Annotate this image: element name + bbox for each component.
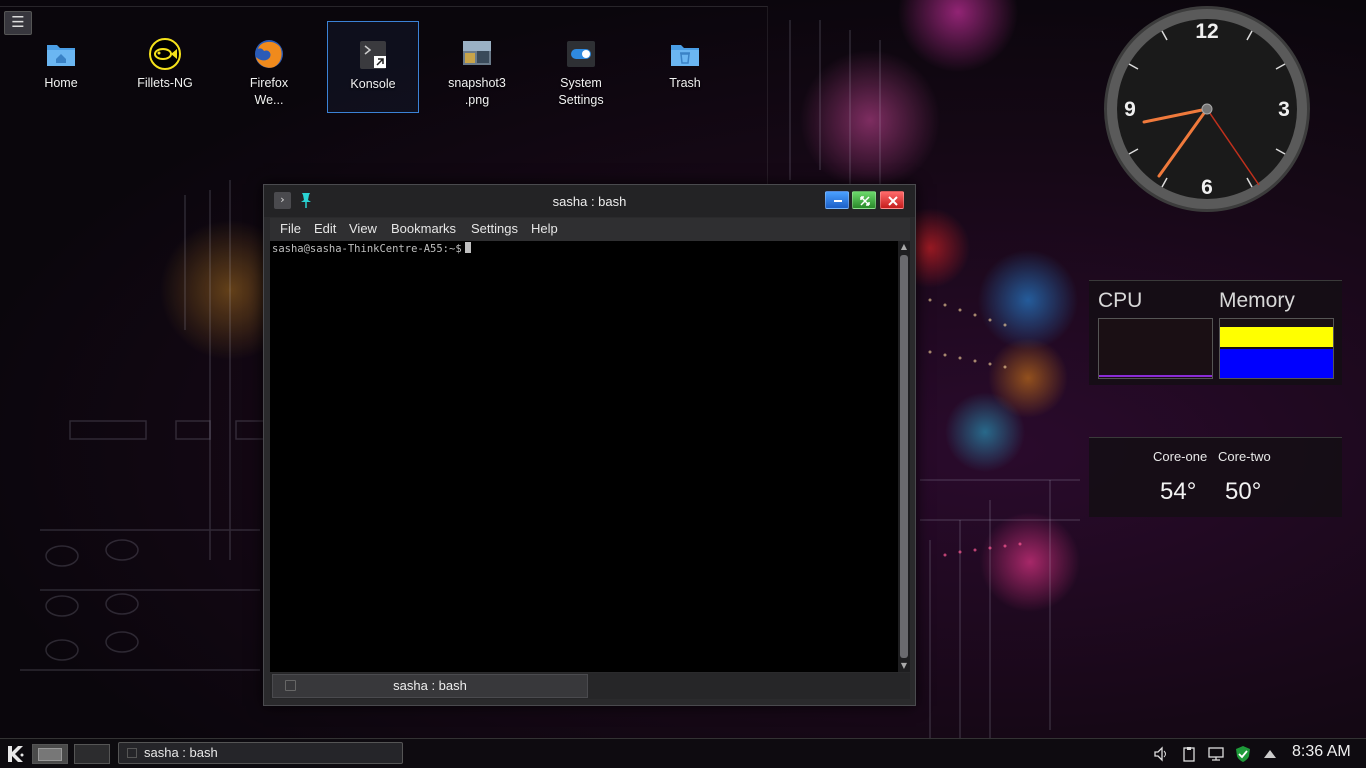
maximize-icon <box>860 196 870 206</box>
window-titlebar[interactable]: sasha : bash › <box>264 185 915 217</box>
terminal-output[interactable]: sasha@sasha-ThinkCentre-A55:~$ <box>270 241 898 672</box>
taskbar-panel: sasha : bash 8:36 AM <box>0 738 1366 768</box>
desktop-icon-system-settings[interactable]: System Settings <box>535 21 627 113</box>
menu-view[interactable]: View <box>349 221 377 236</box>
scrollbar-thumb[interactable] <box>900 255 908 658</box>
analog-clock-widget[interactable]: 12 3 6 9 <box>1102 4 1312 214</box>
show-hidden-icon[interactable] <box>1261 745 1279 763</box>
clipboard-icon[interactable] <box>1180 745 1198 763</box>
konsole-tabbar: sasha : bash <box>270 673 910 699</box>
cpu-usage-graph <box>1098 318 1213 379</box>
desktop-icon-label-line2: We... <box>254 93 284 107</box>
memory-label: Memory <box>1219 289 1295 312</box>
memory-used-bar <box>1220 327 1333 347</box>
scroll-down-arrow-icon[interactable]: ▼ <box>898 660 910 672</box>
terminal-tab-icon <box>285 680 296 691</box>
clock-numeral-3: 3 <box>1278 98 1290 121</box>
temperature-widget[interactable]: Core-one Core-two 54° 50° <box>1089 437 1342 517</box>
desktop-icon-fillets-ng[interactable]: Fillets-NG <box>119 21 211 113</box>
memory-cache-bar <box>1220 349 1333 378</box>
network-icon[interactable] <box>1207 745 1225 763</box>
clock-center-pin <box>1201 103 1213 115</box>
scroll-up-arrow-icon[interactable]: ▲ <box>898 241 910 253</box>
task-label: sasha : bash <box>144 745 218 760</box>
desktop-icon-firefox[interactable]: Firefox We... <box>223 21 315 113</box>
pin-icon[interactable] <box>299 191 313 209</box>
cpu-label: CPU <box>1098 289 1143 312</box>
menu-settings[interactable]: Settings <box>471 221 518 236</box>
menu-edit[interactable]: Edit <box>314 221 336 236</box>
desktop-icon-home[interactable]: Home <box>15 21 107 113</box>
desktop-icon-label: Fillets-NG <box>137 76 193 90</box>
virtual-desktop-1[interactable] <box>32 744 68 764</box>
menu-help[interactable]: Help <box>531 221 558 236</box>
clock-numeral-6: 6 <box>1201 176 1213 199</box>
fish-icon <box>148 37 182 71</box>
cpu-usage-line <box>1099 375 1212 377</box>
taskbar-clock[interactable]: 8:36 AM <box>1292 743 1351 761</box>
prompt-text: sasha@sasha-ThinkCentre-A55:~$ <box>272 243 462 255</box>
taskbar-task-konsole[interactable]: sasha : bash <box>118 742 403 764</box>
settings-toggle-icon <box>564 37 598 71</box>
firefox-icon <box>252 37 286 71</box>
terminal-task-icon <box>127 748 137 758</box>
volume-icon[interactable] <box>1152 745 1170 763</box>
desktop-icon-label-line1: snapshot3 <box>448 76 506 90</box>
tab-sasha-bash[interactable]: sasha : bash <box>272 674 588 698</box>
tab-label: sasha : bash <box>393 678 467 693</box>
terminal-scrollbar[interactable]: ▲ ▼ <box>898 241 910 672</box>
clock-numeral-12: 12 <box>1195 20 1218 43</box>
virtual-desktop-2[interactable] <box>74 744 110 764</box>
trash-icon <box>668 37 702 71</box>
image-icon <box>460 37 494 71</box>
sensor-name-core-two: Core-two <box>1218 449 1271 464</box>
memory-usage-graph <box>1219 318 1334 379</box>
desktop-icon-label-line1: Firefox <box>249 76 289 90</box>
desktop-icon-label-line2: Settings <box>558 93 604 107</box>
shell-prompt: sasha@sasha-ThinkCentre-A55:~$ <box>272 242 471 255</box>
security-shield-icon[interactable] <box>1234 745 1252 763</box>
close-icon <box>888 196 898 206</box>
clock-numeral-9: 9 <box>1124 98 1136 121</box>
desktop-icon-label-line1: System <box>560 76 602 90</box>
desktop-icon-trash[interactable]: Trash <box>639 21 731 113</box>
konsole-menubar: File Edit View Bookmarks Settings Help <box>270 218 910 241</box>
sensor-value-core-two: 50° <box>1225 478 1262 505</box>
desktop-icon-konsole[interactable]: Konsole <box>327 21 419 113</box>
desktop-1-window-preview <box>38 748 62 761</box>
terminal-icon <box>356 38 390 72</box>
text-cursor <box>464 242 471 253</box>
konsole-window: sasha : bash › File Edit View Bookmarks … <box>263 184 916 706</box>
maximize-button[interactable] <box>852 191 876 209</box>
window-title: sasha : bash <box>552 194 627 209</box>
desktop-icon-label-line2: .png <box>464 93 490 107</box>
menu-file[interactable]: File <box>280 221 301 236</box>
system-monitor-widget[interactable]: CPU Memory <box>1089 280 1342 385</box>
desktop-icon-snapshot[interactable]: snapshot3 .png <box>431 21 523 113</box>
minimize-button[interactable] <box>825 191 849 209</box>
desktop-icon-label: Home <box>44 76 78 90</box>
desktop-icon-label: Konsole <box>350 77 396 91</box>
menu-bookmarks[interactable]: Bookmarks <box>391 221 456 236</box>
close-button[interactable] <box>880 191 904 209</box>
home-folder-icon <box>44 37 78 71</box>
minimize-icon <box>834 200 842 202</box>
desktop-icon-label: Trash <box>669 76 701 90</box>
kde-application-launcher-icon[interactable] <box>4 743 26 765</box>
window-menu-chevron-icon[interactable]: › <box>274 192 291 209</box>
sensor-value-core-one: 54° <box>1160 478 1197 505</box>
sensor-name-core-one: Core-one <box>1153 449 1208 464</box>
